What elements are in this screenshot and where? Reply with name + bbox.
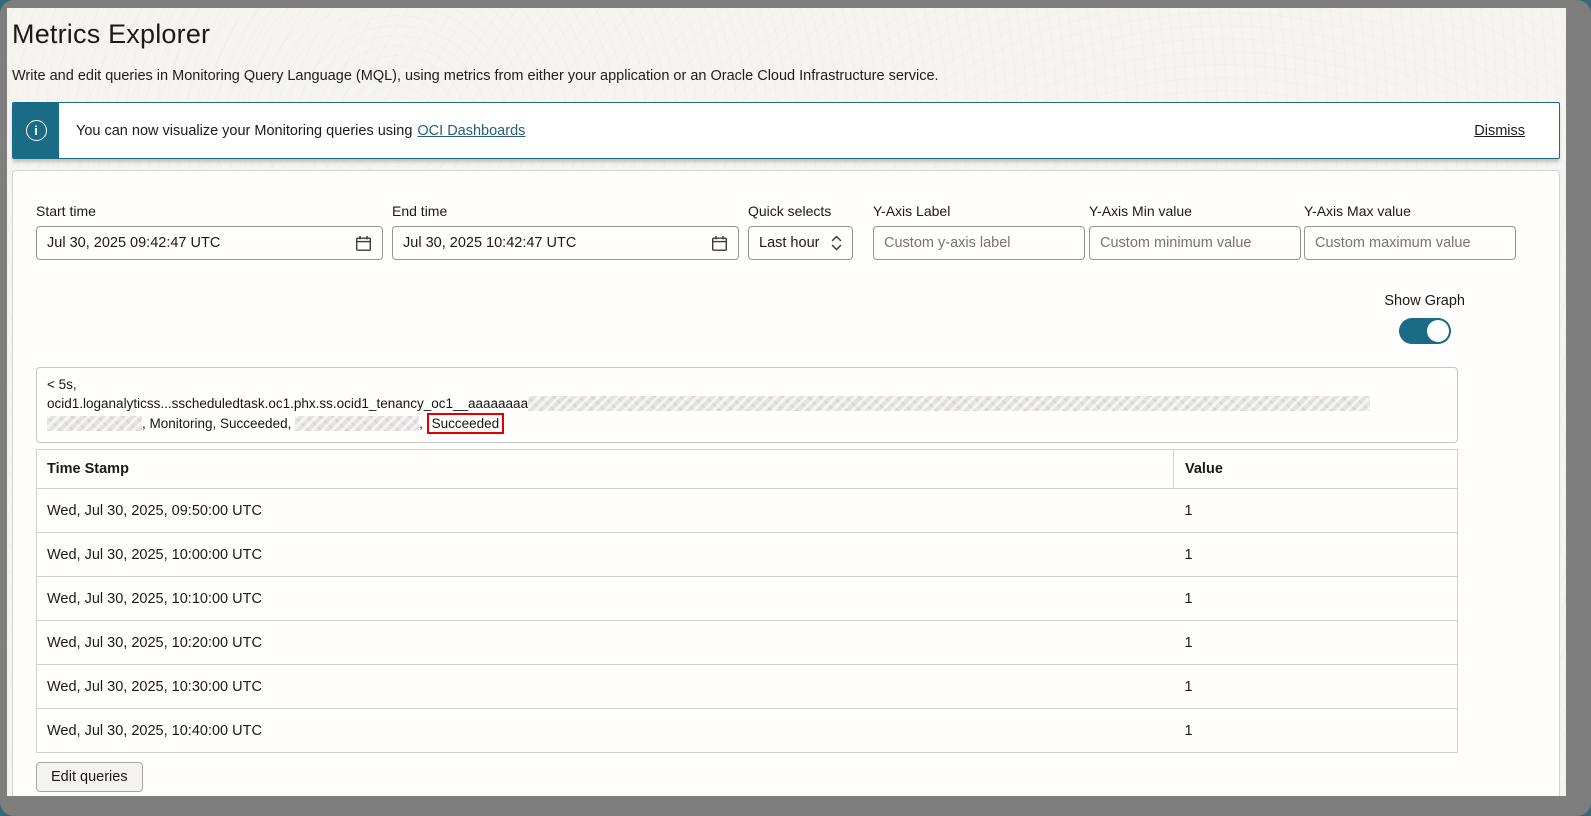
value-cell: 1	[1173, 664, 1458, 709]
edit-queries-button[interactable]: Edit queries	[36, 762, 143, 792]
redacted-text-block	[528, 395, 1371, 411]
end-time-label: End time	[392, 203, 448, 219]
start-time-value: Jul 30, 2025 09:42:47 UTC	[47, 235, 221, 251]
y-axis-min-input[interactable]	[1089, 226, 1301, 260]
start-time-label: Start time	[36, 203, 96, 219]
toggle-knob	[1426, 320, 1449, 342]
table-header-row: Time Stamp Value	[36, 449, 1458, 489]
timestamp-cell: Wed, Jul 30, 2025, 10:10:00 UTC	[36, 576, 1174, 621]
timestamp-cell: Wed, Jul 30, 2025, 10:40:00 UTC	[36, 708, 1174, 753]
value-cell: 1	[1173, 576, 1458, 621]
y-axis-label-field: Y-Axis Label	[873, 203, 1085, 260]
info-banner: i You can now visualize your Monitoring …	[12, 102, 1560, 159]
quick-selects-label: Quick selects	[748, 203, 832, 219]
value-cell: 1	[1173, 488, 1458, 533]
info-banner-text: You can now visualize your Monitoring qu…	[76, 122, 413, 139]
query-line-2: ocid1.loganalyticss...sscheduledtask.oc1…	[47, 395, 1447, 414]
calendar-icon[interactable]	[355, 235, 372, 252]
end-time-value: Jul 30, 2025 10:42:47 UTC	[403, 235, 577, 251]
table-row: Wed, Jul 30, 2025, 09:50:00 UTC 1	[36, 488, 1458, 533]
end-time-input[interactable]: Jul 30, 2025 10:42:47 UTC	[392, 226, 739, 260]
calendar-icon[interactable]	[711, 235, 728, 252]
quick-selects-field: Quick selects Last hour	[748, 203, 853, 260]
y-axis-label-input[interactable]	[873, 226, 1085, 260]
dismiss-link[interactable]: Dismiss	[1474, 103, 1559, 158]
redacted-text-block	[47, 416, 142, 431]
start-time-input[interactable]: Jul 30, 2025 09:42:47 UTC	[36, 226, 383, 260]
select-updown-icon	[831, 235, 842, 251]
column-header-timestamp: Time Stamp	[36, 449, 1174, 489]
table-row: Wed, Jul 30, 2025, 10:10:00 UTC 1	[36, 576, 1458, 621]
timestamp-cell: Wed, Jul 30, 2025, 10:00:00 UTC	[36, 532, 1174, 577]
value-cell: 1	[1173, 620, 1458, 665]
window-frame: Metrics Explorer Write and edit queries …	[0, 0, 1591, 816]
timestamp-cell: Wed, Jul 30, 2025, 10:30:00 UTC	[36, 664, 1174, 709]
y-axis-max-field: Y-Axis Max value	[1304, 203, 1516, 260]
timestamp-cell: Wed, Jul 30, 2025, 09:50:00 UTC	[36, 488, 1174, 533]
quick-selects-value: Last hour	[759, 235, 820, 251]
query-controls-row: Start time Jul 30, 2025 09:42:47 UTC End…	[36, 203, 1536, 260]
y-axis-max-label: Y-Axis Max value	[1304, 203, 1411, 219]
quick-selects-dropdown[interactable]: Last hour	[748, 226, 853, 260]
value-cell: 1	[1173, 532, 1458, 577]
query-line-1: < 5s,	[47, 377, 77, 392]
metrics-data-table: Time Stamp Value Wed, Jul 30, 2025, 09:5…	[36, 449, 1458, 753]
start-time-field: Start time Jul 30, 2025 09:42:47 UTC	[36, 203, 383, 260]
table-row: Wed, Jul 30, 2025, 10:00:00 UTC 1	[36, 532, 1458, 577]
page-title: Metrics Explorer	[12, 19, 211, 49]
show-graph-toggle[interactable]	[1398, 318, 1451, 344]
info-banner-message: You can now visualize your Monitoring qu…	[59, 103, 1474, 158]
y-axis-max-input[interactable]	[1304, 226, 1516, 260]
query-preview-box[interactable]: < 5s, ocid1.loganalyticss...sscheduledta…	[36, 367, 1458, 443]
column-header-value: Value	[1173, 449, 1458, 489]
table-row: Wed, Jul 30, 2025, 10:40:00 UTC 1	[36, 708, 1458, 753]
query-panel: Start time Jul 30, 2025 09:42:47 UTC End…	[12, 170, 1560, 796]
page-subtitle: Write and edit queries in Monitoring Que…	[12, 68, 939, 84]
timestamp-cell: Wed, Jul 30, 2025, 10:20:00 UTC	[36, 620, 1174, 665]
show-graph-label: Show Graph	[1384, 293, 1465, 309]
info-icon: i	[25, 120, 47, 141]
y-axis-min-label: Y-Axis Min value	[1089, 203, 1192, 219]
table-row: Wed, Jul 30, 2025, 10:30:00 UTC 1	[36, 664, 1458, 709]
oci-dashboards-link[interactable]: OCI Dashboards	[417, 123, 525, 139]
table-row: Wed, Jul 30, 2025, 10:20:00 UTC 1	[36, 620, 1458, 665]
redacted-text-block	[295, 416, 420, 431]
end-time-field: End time Jul 30, 2025 10:42:47 UTC	[392, 203, 739, 260]
metrics-explorer-page: Metrics Explorer Write and edit queries …	[7, 8, 1566, 796]
show-graph-control: Show Graph	[1384, 292, 1465, 344]
query-line-3: , Monitoring, Succeeded, , Succeeded	[47, 413, 1447, 434]
y-axis-label-label: Y-Axis Label	[873, 203, 951, 219]
value-cell: 1	[1173, 708, 1458, 753]
info-banner-accent-box: i	[13, 103, 59, 158]
succeeded-highlight: Succeeded	[426, 413, 505, 434]
y-axis-min-field: Y-Axis Min value	[1089, 203, 1301, 260]
